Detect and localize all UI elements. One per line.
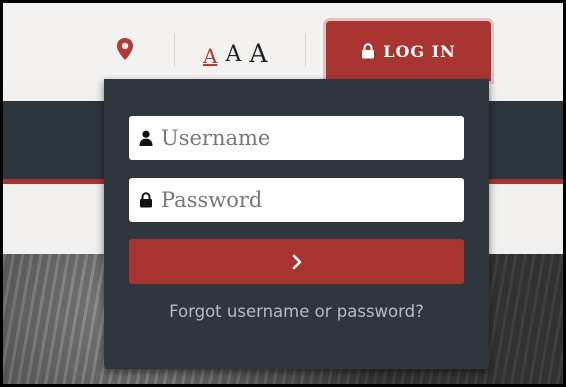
- login-tab-button[interactable]: LOG IN: [326, 21, 491, 81]
- chevron-right-icon: [292, 254, 301, 269]
- login-dropdown: Forgot username or password?: [104, 79, 489, 369]
- lock-icon: [362, 43, 375, 59]
- login-tab-label: LOG IN: [383, 41, 456, 61]
- divider: [174, 33, 175, 67]
- username-field[interactable]: [129, 116, 464, 160]
- login-widget-screenshot: A A A LOG IN Username Forgot username or…: [0, 0, 566, 387]
- password-input[interactable]: [161, 178, 451, 222]
- text-size-medium-button[interactable]: A: [225, 44, 241, 66]
- password-field[interactable]: [129, 178, 464, 222]
- divider: [305, 33, 306, 67]
- forgot-credentials-link[interactable]: Forgot username or password?: [104, 302, 489, 321]
- utility-bar: A A A LOG IN: [3, 3, 563, 81]
- login-submit-button[interactable]: [129, 239, 464, 284]
- text-size-small-button[interactable]: A: [203, 46, 217, 66]
- user-icon: [139, 130, 153, 146]
- text-size-controls: A A A: [203, 36, 267, 66]
- text-size-large-button[interactable]: A: [249, 41, 267, 66]
- lock-icon: [140, 192, 152, 208]
- map-marker-icon[interactable]: [115, 37, 135, 61]
- username-input[interactable]: [161, 116, 451, 160]
